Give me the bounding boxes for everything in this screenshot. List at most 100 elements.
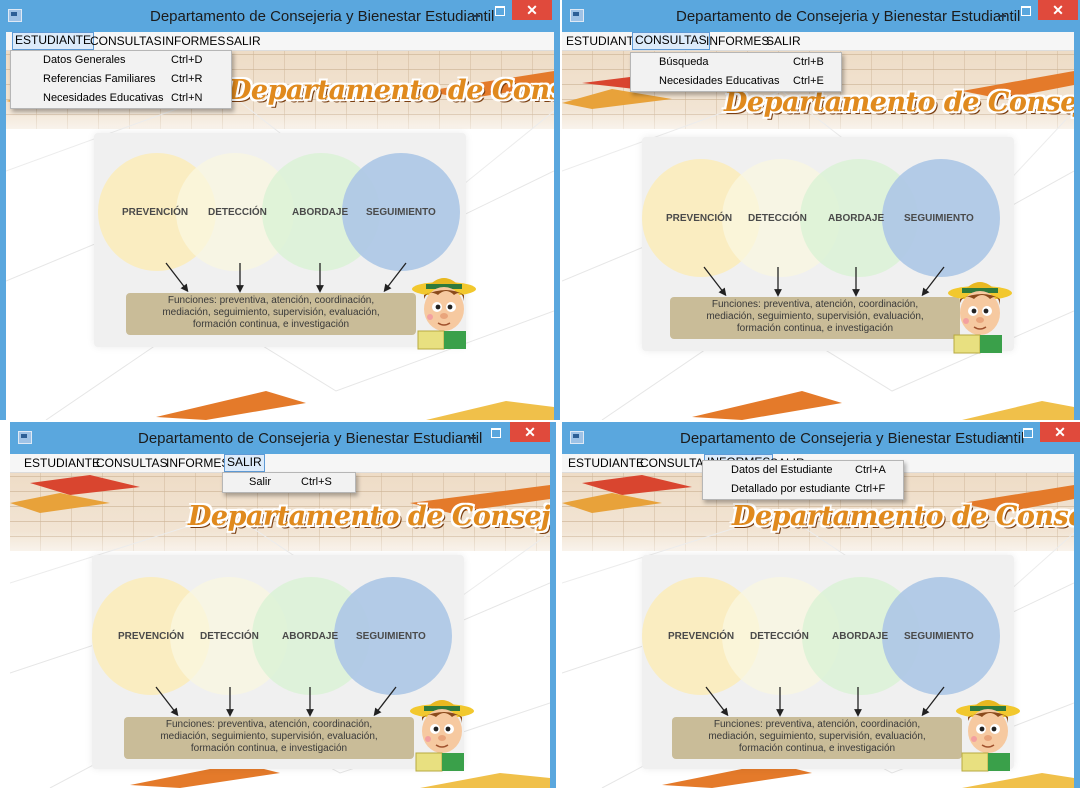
cartoon-boy-image — [410, 700, 474, 772]
menu-estudiante[interactable]: ESTUDIANTE — [566, 455, 646, 471]
menu-item-label: Necesidades Educativas — [659, 75, 780, 87]
minimize-icon[interactable] — [992, 6, 1012, 20]
menu-salir[interactable]: SALIR — [224, 33, 263, 49]
menu-item-shortcut: Ctrl+N — [171, 92, 203, 104]
main-content: Departamento de Consejeria y Bienestar E… — [562, 473, 1074, 788]
functions-box: Funciones: preventiva, atención, coordin… — [124, 717, 414, 759]
label-prevencion: PREVENCIÓN — [118, 631, 185, 642]
cartoon-boy-image — [948, 282, 1012, 354]
menu-item-datos-del-estudiante[interactable]: Datos del Estudiante Ctrl+A — [703, 461, 903, 480]
menu-consultas[interactable]: CONSULTAS — [88, 33, 164, 49]
menu-item-shortcut: Ctrl+B — [793, 56, 824, 68]
menu-salir[interactable]: SALIR — [224, 454, 265, 472]
menu-informes[interactable]: INFORMES — [160, 33, 227, 49]
window-title: Departamento de Consejeria y Bienestar E… — [150, 8, 495, 25]
menu-item-shortcut: Ctrl+E — [793, 75, 824, 87]
menu-salir[interactable]: SALIR — [764, 33, 803, 49]
close-icon[interactable]: ✕ — [510, 422, 550, 442]
title-bar[interactable]: Departamento de Consejeria y Bienestar E… — [10, 422, 556, 454]
maximize-icon[interactable] — [486, 426, 506, 442]
menu-item-label: Necesidades Educativas — [43, 92, 164, 104]
title-bar[interactable]: Departamento de Consejeria y Bienestar E… — [562, 422, 1080, 454]
menu-bar: ESTUDIANTE CONSULTAS INFORMES SALIR — [6, 32, 554, 51]
maximize-icon[interactable] — [1016, 4, 1036, 20]
window-frame-right — [1074, 32, 1080, 420]
close-icon[interactable]: ✕ — [1040, 422, 1080, 442]
menu-item-necesidades-educativas[interactable]: Necesidades Educativas Ctrl+E — [631, 72, 841, 91]
menu-item-shortcut: Ctrl+R — [171, 73, 203, 85]
window-estudiante: Departamento de Consejeria y Bienestar E… — [0, 0, 560, 420]
menu-item-necesidades-educativas[interactable]: Necesidades Educativas Ctrl+N — [11, 89, 231, 108]
label-prevencion: PREVENCIÓN — [666, 213, 733, 224]
label-deteccion: DETECCIÓN — [748, 213, 807, 224]
menu-item-label: Salir — [249, 476, 272, 488]
minimize-icon[interactable] — [994, 428, 1014, 442]
title-bar[interactable]: Departamento de Consejeria y Bienestar E… — [562, 0, 1080, 32]
menu-item-salir[interactable]: Salir Ctrl+S — [223, 473, 355, 492]
menu-item-shortcut: Ctrl+D — [171, 54, 203, 66]
menu-consultas[interactable]: CONSULTAS — [94, 455, 170, 471]
minimize-icon[interactable] — [462, 428, 482, 442]
maximize-icon[interactable] — [490, 4, 510, 20]
menu-informes[interactable]: INFORMES — [164, 455, 231, 471]
label-abordaje: ABORDAJE — [828, 213, 885, 224]
maximize-icon[interactable] — [1018, 426, 1038, 442]
menu-item-busqueda[interactable]: Búsqueda Ctrl+B — [631, 53, 841, 72]
dropdown-informes: Datos del Estudiante Ctrl+A Detallado po… — [702, 460, 904, 500]
functions-line: Funciones: preventiva, atención, coordin… — [167, 295, 375, 306]
label-deteccion: DETECCIÓN — [208, 207, 267, 218]
label-prevencion: PREVENCIÓN — [122, 207, 189, 218]
minimize-icon[interactable] — [466, 6, 486, 20]
dropdown-salir: Salir Ctrl+S — [222, 472, 356, 493]
close-icon[interactable]: ✕ — [1038, 0, 1078, 20]
main-content: Departamento de Consejeria y Bienestar E… — [562, 51, 1074, 420]
functions-line: Funciones: preventiva, atención, coordin… — [165, 719, 373, 730]
menu-item-referencias-familiares[interactable]: Referencias Familiares Ctrl+R — [11, 70, 231, 89]
menu-item-shortcut: Ctrl+F — [855, 483, 886, 495]
menu-estudiante[interactable]: ESTUDIANTE — [12, 32, 95, 50]
menu-item-label: Detallado por estudiante — [731, 483, 851, 495]
label-abordaje: ABORDAJE — [832, 631, 889, 642]
dropdown-consultas: Búsqueda Ctrl+B Necesidades Educativas C… — [630, 52, 842, 92]
functions-line: Funciones: preventiva, atención, coordin… — [711, 299, 919, 310]
app-icon[interactable] — [8, 9, 22, 22]
functions-line: mediación, seguimiento, supervisión, eva… — [162, 307, 380, 318]
menu-item-label: Datos del Estudiante — [731, 464, 833, 476]
close-icon[interactable]: ✕ — [512, 0, 552, 20]
functions-line: formación continua, e investigación — [738, 743, 896, 754]
menu-item-label: Búsqueda — [659, 56, 709, 68]
menu-bar: ESTUDIANTE CONSULTAS INFORMES SALIR — [562, 32, 1074, 51]
functions-line: Funciones: preventiva, atención, coordin… — [713, 719, 921, 730]
banner-title: Departamento de Consejeria y Bienestar E… — [188, 501, 550, 532]
menu-item-label: Datos Generales — [43, 54, 126, 66]
banner-title: Departamento de Consejeria y Bienestar E… — [732, 501, 1074, 532]
cartoon-boy-image — [956, 700, 1020, 772]
window-frame-right — [1074, 454, 1080, 788]
functions-line: mediación, seguimiento, supervisión, eva… — [706, 311, 924, 322]
label-abordaje: ABORDAJE — [282, 631, 339, 642]
window-consultas: Departamento de Consejeria y Bienestar E… — [562, 0, 1080, 420]
window-informes: Departamento de Consejeria y Bienestar E… — [562, 422, 1080, 788]
label-deteccion: DETECCIÓN — [750, 631, 809, 642]
functions-box: Funciones: preventiva, atención, coordin… — [670, 297, 960, 339]
functions-line: formación continua, e investigación — [192, 319, 350, 330]
window-frame-right — [550, 454, 556, 788]
functions-line: mediación, seguimiento, supervisión, eva… — [160, 731, 378, 742]
window-title: Departamento de Consejeria y Bienestar E… — [680, 430, 1025, 447]
app-icon[interactable] — [18, 431, 32, 444]
menu-item-datos-generales[interactable]: Datos Generales Ctrl+D — [11, 51, 231, 70]
label-deteccion: DETECCIÓN — [200, 631, 259, 642]
title-bar[interactable]: Departamento de Consejeria y Bienestar E… — [0, 0, 560, 32]
menu-informes[interactable]: INFORMES — [704, 33, 771, 49]
label-seguimiento: SEGUIMIENTO — [366, 207, 436, 218]
menu-estudiante[interactable]: ESTUDIANTE — [22, 455, 102, 471]
window-title: Departamento de Consejeria y Bienestar E… — [138, 430, 483, 447]
app-icon[interactable] — [570, 431, 584, 444]
label-prevencion: PREVENCIÓN — [668, 631, 735, 642]
window-title: Departamento de Consejeria y Bienestar E… — [676, 8, 1021, 25]
app-icon[interactable] — [570, 9, 584, 22]
cartoon-boy-image — [412, 278, 476, 350]
menu-item-detallado-por-estudiante[interactable]: Detallado por estudiante Ctrl+F — [703, 480, 903, 499]
label-seguimiento: SEGUIMIENTO — [904, 631, 974, 642]
menu-consultas[interactable]: CONSULTAS — [632, 32, 710, 50]
